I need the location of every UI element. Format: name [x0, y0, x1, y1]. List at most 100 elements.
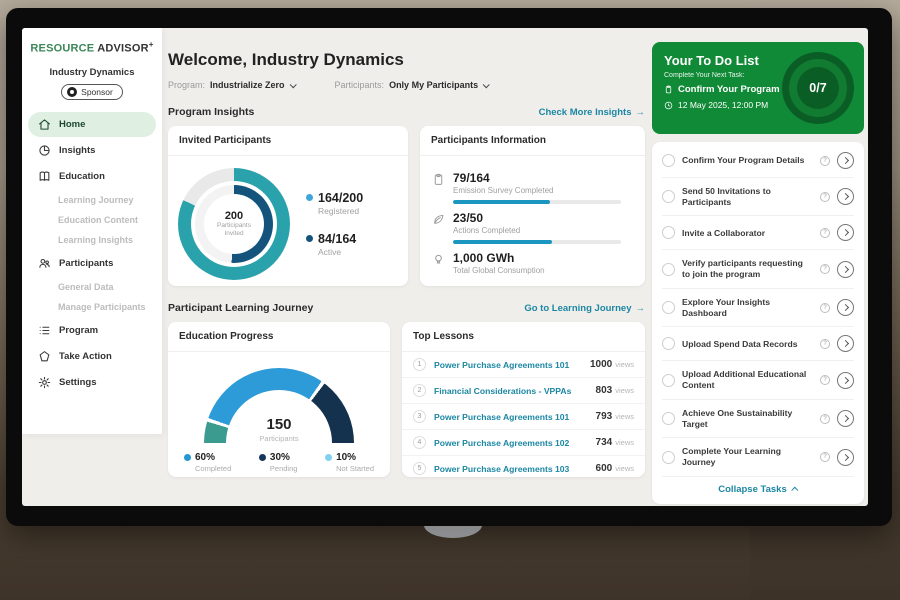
sidebar-item-program[interactable]: Program — [28, 318, 156, 343]
task-go-button[interactable] — [837, 372, 854, 389]
task-checkbox[interactable] — [662, 154, 675, 167]
sidebar-item-learning-journey[interactable]: Learning Journey — [22, 190, 162, 210]
task-label[interactable]: Achieve One Sustainability Target — [682, 408, 813, 429]
gauge-center-label: Participants — [259, 434, 298, 443]
sponsor-badge[interactable]: Sponsor — [61, 84, 123, 100]
task-row: Send 50 Invitations to Participants ? — [662, 178, 854, 216]
rank-badge: 5 — [413, 462, 426, 475]
monitor-bezel: RESOURCE ADVISOR+ Industry Dynamics Spon… — [6, 8, 892, 526]
sidebar-item-education-content[interactable]: Education Content — [22, 210, 162, 230]
task-checkbox[interactable] — [662, 337, 675, 350]
task-row: Verify participants requesting to join t… — [662, 250, 854, 288]
lesson-row[interactable]: 4 Power Purchase Agreements 102 734 view… — [402, 430, 645, 456]
task-row: Explore Your Insights Dashboard ? — [662, 289, 854, 327]
task-go-button[interactable] — [837, 410, 854, 427]
legend-value: 164/200 — [318, 191, 363, 205]
task-label[interactable]: Verify participants requesting to join t… — [682, 258, 813, 279]
program-select[interactable]: Program: Industrialize Zero — [168, 80, 295, 90]
info-icon[interactable]: ? — [820, 375, 830, 385]
lesson-row[interactable]: 2 Financial Considerations - VPPAs 803 v… — [402, 378, 645, 404]
emission-survey-row: 79/164 Emission Survey Completed — [432, 171, 633, 204]
info-icon[interactable]: ? — [820, 414, 830, 424]
learning-cards-row: Education Progress 150 Participants 60% … — [168, 322, 645, 477]
task-checkbox[interactable] — [662, 263, 675, 276]
go-to-learning-journey-link[interactable]: Go to Learning Journey → — [524, 303, 645, 314]
participants-select[interactable]: Participants: Only My Participants — [335, 80, 489, 90]
take-action-icon — [38, 350, 51, 363]
views-count: 793 — [596, 411, 613, 422]
section-title: Program Insights — [168, 106, 254, 118]
sidebar-item-learning-insights[interactable]: Learning Insights — [22, 230, 162, 250]
consumption-row: 1,000 GWh Total Global Consumption — [432, 251, 633, 275]
info-icon[interactable]: ? — [820, 156, 830, 166]
invited-participants-chart: 200 Participants Invited 164/200 Registe… — [168, 156, 408, 286]
info-icon[interactable]: ? — [820, 452, 830, 462]
sidebar-item-insights[interactable]: Insights — [28, 138, 156, 163]
card-title: Education Progress — [168, 322, 390, 352]
sidebar-item-take-action[interactable]: Take Action — [28, 344, 156, 369]
task-checkbox[interactable] — [662, 190, 675, 203]
sidebar-item-settings[interactable]: Settings — [28, 370, 156, 395]
task-checkbox[interactable] — [662, 374, 675, 387]
legend-label: Pending — [270, 464, 298, 473]
task-label[interactable]: Explore Your Insights Dashboard — [682, 297, 813, 318]
task-go-button[interactable] — [837, 152, 854, 169]
task-go-button[interactable] — [837, 261, 854, 278]
lesson-link[interactable]: Power Purchase Agreements 101 — [434, 360, 590, 370]
legend-value: 60% — [195, 452, 231, 463]
invited-participants-card: Invited Participants 200 Participants In… — [168, 126, 408, 286]
sidebar-item-general-data[interactable]: General Data — [22, 277, 162, 297]
info-icon[interactable]: ? — [820, 303, 830, 313]
stat-label: Actions Completed — [453, 226, 621, 235]
task-checkbox[interactable] — [662, 226, 675, 239]
top-lessons-card: Top Lessons 1 Power Purchase Agreements … — [402, 322, 645, 477]
task-go-button[interactable] — [837, 335, 854, 352]
progress-bar — [453, 240, 621, 244]
views-suffix: views — [615, 412, 634, 421]
rank-badge: 2 — [413, 384, 426, 397]
task-label[interactable]: Invite a Collaborator — [682, 228, 813, 239]
task-go-button[interactable] — [837, 299, 854, 316]
task-label[interactable]: Confirm Your Program Details — [682, 155, 813, 166]
sidebar-item-home[interactable]: Home — [28, 112, 156, 137]
task-label[interactable]: Upload Spend Data Records — [682, 339, 813, 350]
sponsor-label: Sponsor — [81, 87, 113, 97]
sidebar-item-label: Insights — [59, 145, 95, 156]
task-go-button[interactable] — [837, 449, 854, 466]
sidebar-item-manage-participants[interactable]: Manage Participants — [22, 297, 162, 317]
link-label: Go to Learning Journey — [524, 303, 631, 314]
info-icon[interactable]: ? — [820, 264, 830, 274]
task-checkbox[interactable] — [662, 451, 675, 464]
check-more-insights-link[interactable]: Check More Insights → — [539, 107, 645, 118]
task-checkbox[interactable] — [662, 301, 675, 314]
info-icon[interactable]: ? — [820, 192, 830, 202]
task-go-button[interactable] — [837, 188, 854, 205]
donut-center-value: 200 — [225, 210, 243, 222]
task-label[interactable]: Complete Your Learning Journey — [682, 446, 813, 467]
info-icon[interactable]: ? — [820, 228, 830, 238]
lesson-link[interactable]: Power Purchase Agreements 101 — [434, 412, 596, 422]
rank-badge: 4 — [413, 436, 426, 449]
lesson-link[interactable]: Financial Considerations - VPPAs — [434, 386, 596, 396]
sidebar: RESOURCE ADVISOR+ Industry Dynamics Spon… — [22, 28, 162, 434]
lesson-row[interactable]: 5 Power Purchase Agreements 103 600 view… — [402, 456, 645, 477]
task-go-button[interactable] — [837, 224, 854, 241]
views-count: 803 — [596, 385, 613, 396]
rank-badge: 1 — [413, 358, 426, 371]
task-checkbox[interactable] — [662, 412, 675, 425]
sidebar-item-participants[interactable]: Participants — [28, 251, 156, 276]
card-title: Invited Participants — [168, 126, 408, 156]
participants-select-value: Only My Participants — [389, 80, 478, 90]
info-icon[interactable]: ? — [820, 339, 830, 349]
lesson-row[interactable]: 1 Power Purchase Agreements 101 1000 vie… — [402, 352, 645, 378]
todo-hero-card: Your To Do List Complete Your Next Task:… — [652, 42, 864, 134]
completed-dot-icon — [184, 454, 191, 461]
lesson-link[interactable]: Power Purchase Agreements 103 — [434, 464, 596, 474]
task-label[interactable]: Upload Additional Educational Content — [682, 369, 813, 390]
chevron-down-icon — [289, 81, 296, 88]
lesson-link[interactable]: Power Purchase Agreements 102 — [434, 438, 596, 448]
task-label[interactable]: Send 50 Invitations to Participants — [682, 186, 813, 207]
collapse-tasks-link[interactable]: Collapse Tasks — [662, 477, 854, 500]
lesson-row[interactable]: 3 Power Purchase Agreements 101 793 view… — [402, 404, 645, 430]
sidebar-item-education[interactable]: Education — [28, 164, 156, 189]
